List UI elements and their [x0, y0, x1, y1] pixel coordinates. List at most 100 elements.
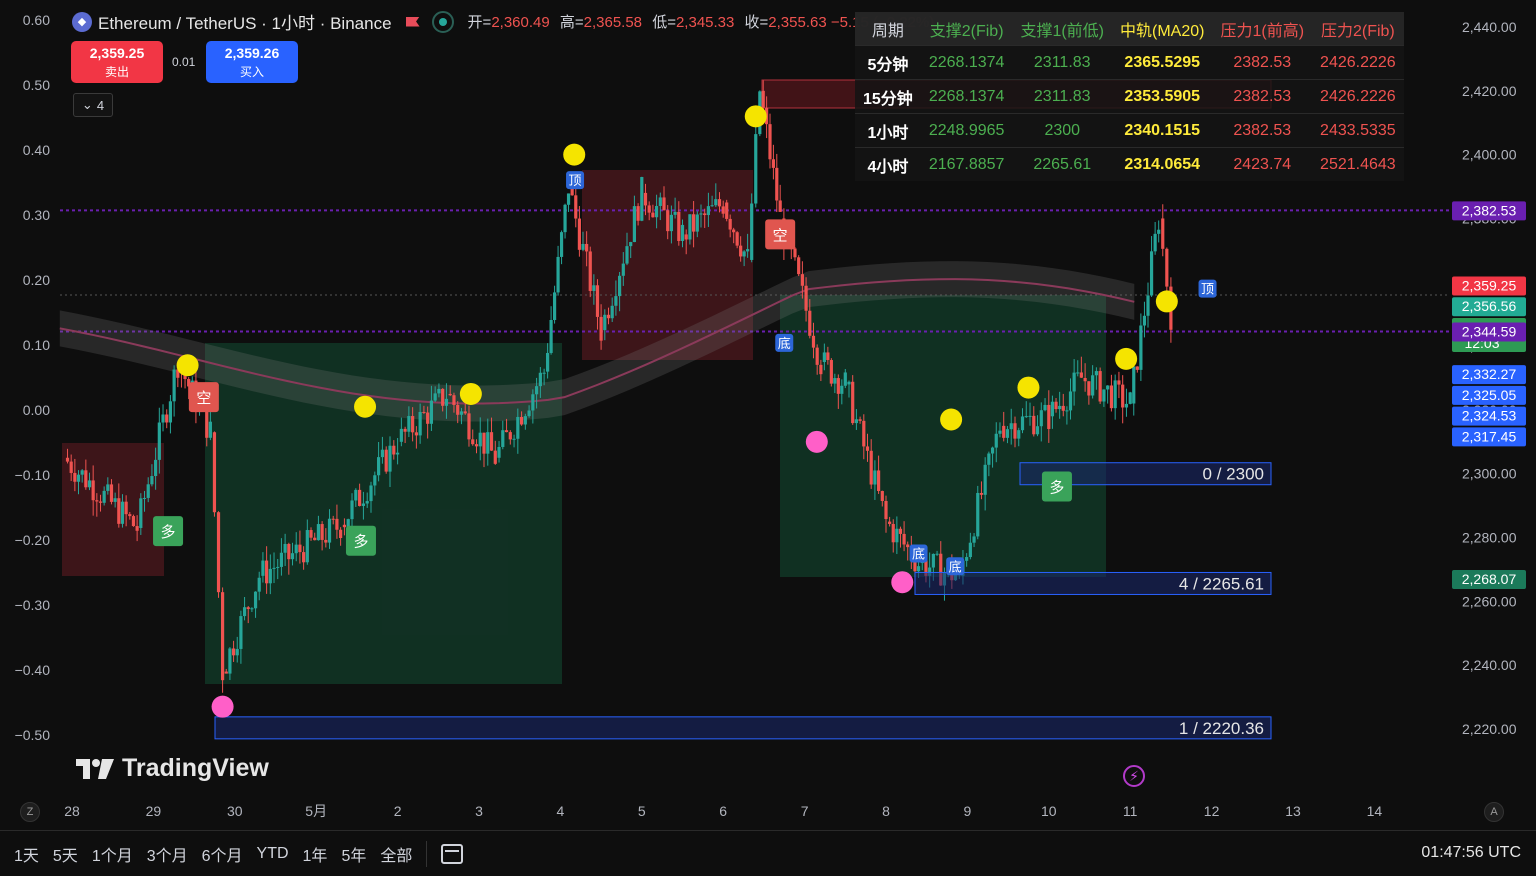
osc-axis-label: 0.60	[23, 12, 50, 28]
candle-body	[695, 214, 699, 232]
cell-period: 1小时	[855, 113, 921, 148]
range-3m-button[interactable]: 3个月	[147, 842, 188, 866]
candle-body	[1050, 401, 1055, 417]
level-box	[214, 716, 1272, 740]
candle-body	[677, 211, 681, 241]
level-label: 1 / 2220.36	[1179, 719, 1264, 738]
range-1y-button[interactable]: 1年	[303, 842, 328, 866]
signal-short-marker: 空	[188, 382, 219, 413]
candle-body	[728, 218, 732, 230]
candle-body	[610, 305, 614, 319]
price-tag-label: 2,324.53	[1462, 408, 1517, 424]
candle-body	[1132, 366, 1136, 404]
tradingview-logo[interactable]: TradingView	[76, 754, 269, 783]
range-ytd-button[interactable]: YTD	[257, 845, 289, 863]
range-6m-button[interactable]: 6个月	[202, 842, 243, 866]
range-all-button[interactable]: 全部	[380, 842, 412, 866]
candle-body	[403, 428, 407, 432]
candle-body	[655, 205, 659, 218]
signal-label: 空	[773, 227, 788, 244]
candle-body	[426, 412, 430, 424]
range-5y-button[interactable]: 5年	[341, 842, 366, 866]
price-tag-label: 2,325.05	[1462, 387, 1517, 403]
indicators-toggle[interactable]: ⌄ 4	[73, 93, 113, 117]
range-1d-button[interactable]: 1天	[14, 842, 39, 866]
candle-body	[429, 400, 434, 424]
candle-body	[836, 378, 840, 394]
candle-body	[165, 414, 169, 423]
pivot-high-dot	[563, 143, 586, 166]
cell-support1: 2265.61	[1012, 147, 1113, 181]
cell-support2: 2268.1374	[920, 79, 1013, 114]
cell-resistance1: 2382.53	[1212, 79, 1313, 114]
candle-body	[501, 430, 505, 447]
candle-body	[888, 521, 892, 524]
candle-body	[987, 453, 991, 465]
market-status-icon	[431, 10, 454, 33]
signal-top-marker: 顶	[566, 171, 585, 190]
osc-axis-label: 0.40	[23, 142, 50, 158]
time-axis-label: 30	[227, 803, 243, 819]
auto-scale-left-button[interactable]: Z	[20, 802, 40, 822]
candle-body	[437, 388, 441, 394]
buy-button[interactable]: 2,359.26 买入	[206, 41, 298, 83]
candle-body	[489, 432, 494, 451]
candle-body	[658, 197, 662, 206]
flag-icon[interactable]	[405, 16, 420, 27]
time-axis-label: 10	[1041, 803, 1057, 819]
signal-label: 顶	[569, 173, 582, 188]
utc-clock[interactable]: 01:47:56 UTC	[1421, 844, 1521, 862]
candle-body	[512, 438, 516, 440]
candle-body	[632, 206, 636, 243]
signal-label: 多	[353, 534, 368, 551]
symbol-legend[interactable]: ◆ Ethereum / TetherUS · 1小时 · Binance 开=…	[72, 9, 940, 34]
time-axis-label: 5	[638, 803, 646, 819]
auto-scale-button[interactable]: A	[1484, 802, 1504, 822]
candle-body	[754, 134, 758, 204]
candle-body	[721, 206, 725, 214]
candle-body	[287, 543, 291, 560]
range-1m-button[interactable]: 1个月	[92, 842, 133, 866]
candle-body	[497, 446, 501, 458]
range-5d-button[interactable]: 5天	[53, 842, 78, 866]
candle-body	[508, 432, 512, 440]
candle-body	[643, 192, 648, 206]
candle-body	[797, 257, 801, 275]
candle-body	[666, 210, 670, 232]
time-axis-label: 4	[557, 803, 565, 819]
candle-body	[800, 274, 804, 286]
price-axis-label: 2,300.00	[1462, 466, 1517, 482]
cell-resistance2: 2426.2226	[1312, 45, 1404, 80]
candle-body	[305, 530, 309, 563]
candle-body	[139, 498, 143, 528]
time-axis-label: 6	[719, 803, 727, 819]
candle-body	[1121, 384, 1125, 408]
candle-body	[504, 430, 509, 433]
time-axis-label: 14	[1367, 803, 1383, 819]
candle-body	[703, 213, 707, 216]
candle-body	[1142, 315, 1147, 326]
pivot-low-dot	[211, 695, 234, 718]
candle-body	[865, 446, 870, 451]
header-support2: 支撑2(Fib)	[920, 12, 1013, 46]
candle-body	[979, 492, 984, 495]
candle-body	[224, 671, 228, 674]
sell-button[interactable]: 2,359.25 卖出	[71, 41, 163, 83]
candle-body	[972, 536, 976, 543]
candle-body	[399, 428, 403, 442]
signal-label: 空	[196, 390, 211, 407]
candle-body	[459, 411, 464, 415]
candle-body	[750, 203, 754, 260]
candle-body	[902, 533, 906, 545]
candle-body	[212, 432, 217, 513]
candle-body	[793, 248, 797, 258]
lightning-icon[interactable]: ⚡	[1123, 765, 1145, 787]
candle-body	[603, 314, 607, 331]
candle-body	[884, 500, 888, 520]
signal-bottom-marker: 底	[946, 557, 965, 576]
osc-axis-label: −0.20	[15, 532, 51, 548]
candle-body	[595, 285, 600, 317]
osc-axis-label: 0.30	[23, 207, 50, 223]
candle-body	[448, 393, 452, 396]
calendar-icon[interactable]	[441, 843, 464, 864]
